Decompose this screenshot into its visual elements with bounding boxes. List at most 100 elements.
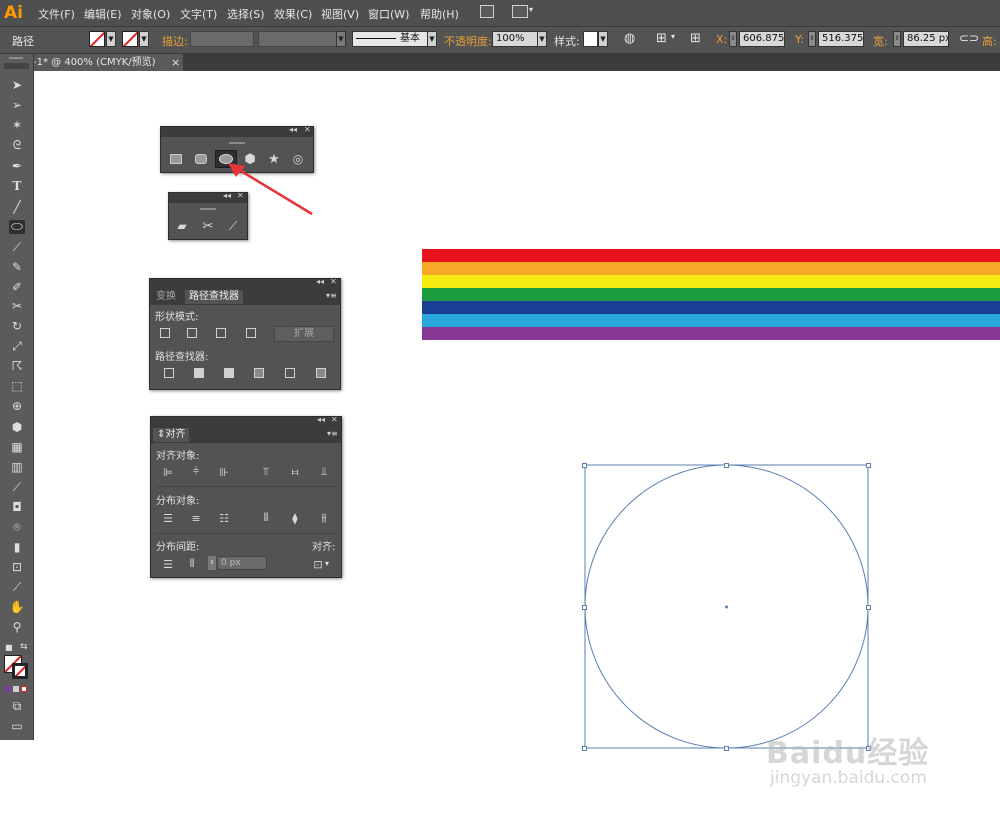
handle-middle-right[interactable] xyxy=(866,605,871,610)
selected-ellipse-artwork[interactable] xyxy=(580,460,874,756)
none-mode-icon[interactable] xyxy=(21,686,27,692)
style-swatch[interactable] xyxy=(583,31,598,47)
gradient-mode-icon[interactable] xyxy=(13,686,19,692)
reference-point-dropdown-icon[interactable]: ▾ xyxy=(671,32,675,41)
document-tab-close[interactable]: × xyxy=(171,54,180,71)
expand-button[interactable]: 扩展 xyxy=(274,326,334,342)
horizontal-distribute-center-icon[interactable]: ⧫ xyxy=(286,510,304,526)
close-icon[interactable]: ✕ xyxy=(330,277,337,286)
menu-select[interactable]: 选择(S) xyxy=(227,6,265,22)
artboard-tool-icon[interactable]: ⊡ xyxy=(9,560,25,574)
intersect-icon[interactable] xyxy=(212,325,230,341)
trim-icon[interactable] xyxy=(190,365,208,381)
eraser-icon[interactable]: ▰ xyxy=(173,218,191,234)
handle-bottom-left[interactable] xyxy=(582,746,587,751)
vertical-align-center-icon[interactable]: ⧦ xyxy=(286,464,304,480)
vertical-align-bottom-icon[interactable]: ⫫ xyxy=(315,464,333,480)
align-panel-header[interactable]: ◂◂ ✕ xyxy=(151,415,341,427)
opacity-dropdown[interactable]: ▼ xyxy=(537,31,547,47)
menu-object[interactable]: 对象(O) xyxy=(131,6,170,22)
spacing-input[interactable]: 0 px xyxy=(217,556,267,570)
stroke-swatch[interactable] xyxy=(122,31,138,47)
variable-width-dropdown[interactable]: ▼ xyxy=(336,31,346,47)
menu-help[interactable]: 帮助(H) xyxy=(420,6,459,22)
scale-tool-icon[interactable]: ⤢ xyxy=(9,339,25,353)
tools-panel-header[interactable] xyxy=(4,63,29,69)
align-grid-icon[interactable]: ⊞ xyxy=(690,31,701,46)
rainbow-stripe-green[interactable] xyxy=(422,288,1000,301)
exclude-icon[interactable] xyxy=(242,325,260,341)
direct-selection-tool-icon[interactable]: ➢ xyxy=(9,98,25,112)
opacity-input[interactable]: 100% xyxy=(492,31,538,47)
perspective-tool-icon[interactable]: ⬢ xyxy=(9,420,25,434)
width-label[interactable]: 宽: xyxy=(873,33,888,49)
screen-mode-icon[interactable]: ▭ xyxy=(9,719,25,733)
horizontal-distribute-right-icon[interactable]: ⫵ xyxy=(315,510,333,526)
pencil-tool-icon[interactable]: ✎ xyxy=(9,260,25,274)
lasso-tool-icon[interactable]: ᘓ xyxy=(9,138,25,152)
menu-type[interactable]: 文字(T) xyxy=(180,6,217,22)
panel-grip[interactable] xyxy=(229,142,245,144)
collapse-icon[interactable]: ◂◂ xyxy=(223,191,231,200)
paintbrush-tool-icon[interactable]: ⟋ xyxy=(9,240,25,254)
menu-effect[interactable]: 效果(C) xyxy=(274,6,312,22)
handle-top-left[interactable] xyxy=(582,463,587,468)
workspace-layout-icon[interactable] xyxy=(512,5,528,18)
close-icon[interactable]: ✕ xyxy=(304,125,311,134)
rainbow-stripe-red[interactable] xyxy=(422,249,1000,262)
column-graph-tool-icon[interactable]: ▮ xyxy=(9,540,25,554)
blend-tool-icon[interactable]: ◘ xyxy=(9,500,25,514)
handle-bottom-center[interactable] xyxy=(724,746,729,751)
y-label[interactable]: Y: xyxy=(795,33,804,46)
stroke-dropdown[interactable]: ▼ xyxy=(139,31,149,47)
mesh-tool-icon[interactable]: ▦ xyxy=(9,440,25,454)
width-input[interactable]: 86.25 px xyxy=(903,31,949,47)
brush-definition-field[interactable]: 基本 xyxy=(352,31,428,47)
line-tool-icon[interactable]: ╱ xyxy=(9,200,25,214)
vertical-distribute-space-icon[interactable]: ☰ xyxy=(159,556,177,572)
y-spinner[interactable]: ⇕ xyxy=(808,31,816,47)
drawing-mode-icon[interactable]: ⧉ xyxy=(9,699,25,713)
rainbow-stripe-orange[interactable] xyxy=(422,262,1000,275)
x-label[interactable]: X: xyxy=(716,33,727,46)
collapse-icon[interactable]: ◂◂ xyxy=(289,125,297,134)
height-label[interactable]: 高: xyxy=(982,33,997,49)
minus-back-icon[interactable] xyxy=(312,365,330,381)
type-tool-icon[interactable]: T xyxy=(9,179,25,193)
tools-panel-grip[interactable] xyxy=(9,57,23,59)
tab-pathfinder[interactable]: 路径查找器 xyxy=(185,290,243,304)
x-spinner[interactable]: ⇕ xyxy=(729,31,737,47)
crop-icon[interactable] xyxy=(250,365,268,381)
magic-wand-tool-icon[interactable]: ✶ xyxy=(9,118,25,132)
unite-icon[interactable] xyxy=(156,325,174,341)
swap-colors-icon[interactable]: ⇆ xyxy=(20,642,28,652)
tab-transform[interactable]: 变换 xyxy=(152,290,180,304)
outline-icon[interactable] xyxy=(281,365,299,381)
pen-tool-icon[interactable]: ✒ xyxy=(9,159,25,173)
vertical-distribute-top-icon[interactable]: ☰ xyxy=(159,510,177,526)
pathfinder-panel-header[interactable]: ◂◂ ✕ xyxy=(150,277,340,289)
color-mode-icon[interactable] xyxy=(5,686,11,692)
free-transform-tool-icon[interactable]: ⬚ xyxy=(9,379,25,393)
workspace-dropdown-icon[interactable]: ▾ xyxy=(529,5,533,14)
divide-icon[interactable] xyxy=(160,365,178,381)
variable-width-field[interactable] xyxy=(258,31,346,47)
horizontal-distribute-space-icon[interactable]: ⫴ xyxy=(183,556,201,572)
constrain-proportions-icon[interactable]: ⊂⊃ xyxy=(959,31,979,45)
ellipse-tool-icon[interactable]: ⬭ xyxy=(9,220,25,234)
default-colors-icon[interactable]: ■ xyxy=(5,643,13,652)
handle-middle-left[interactable] xyxy=(582,605,587,610)
stroke-color-icon[interactable] xyxy=(12,663,28,679)
menu-window[interactable]: 窗口(W) xyxy=(368,6,409,22)
hand-tool-icon[interactable]: ✋ xyxy=(9,600,25,614)
blob-brush-tool-icon[interactable]: ✐ xyxy=(9,280,25,294)
panel-menu-icon[interactable]: ▾≡ xyxy=(327,429,338,438)
rainbow-stripe-blue[interactable] xyxy=(422,301,1000,314)
scissors-tool-icon[interactable]: ✂ xyxy=(9,299,25,313)
collapse-icon[interactable]: ◂◂ xyxy=(317,415,325,424)
symbol-sprayer-tool-icon[interactable]: ⌾ xyxy=(9,520,25,534)
knife-icon[interactable]: ⟋ xyxy=(224,218,242,234)
stroke-weight-field[interactable] xyxy=(190,31,254,47)
rounded-rectangle-icon[interactable] xyxy=(192,151,210,167)
collapse-icon[interactable]: ◂◂ xyxy=(316,277,324,286)
